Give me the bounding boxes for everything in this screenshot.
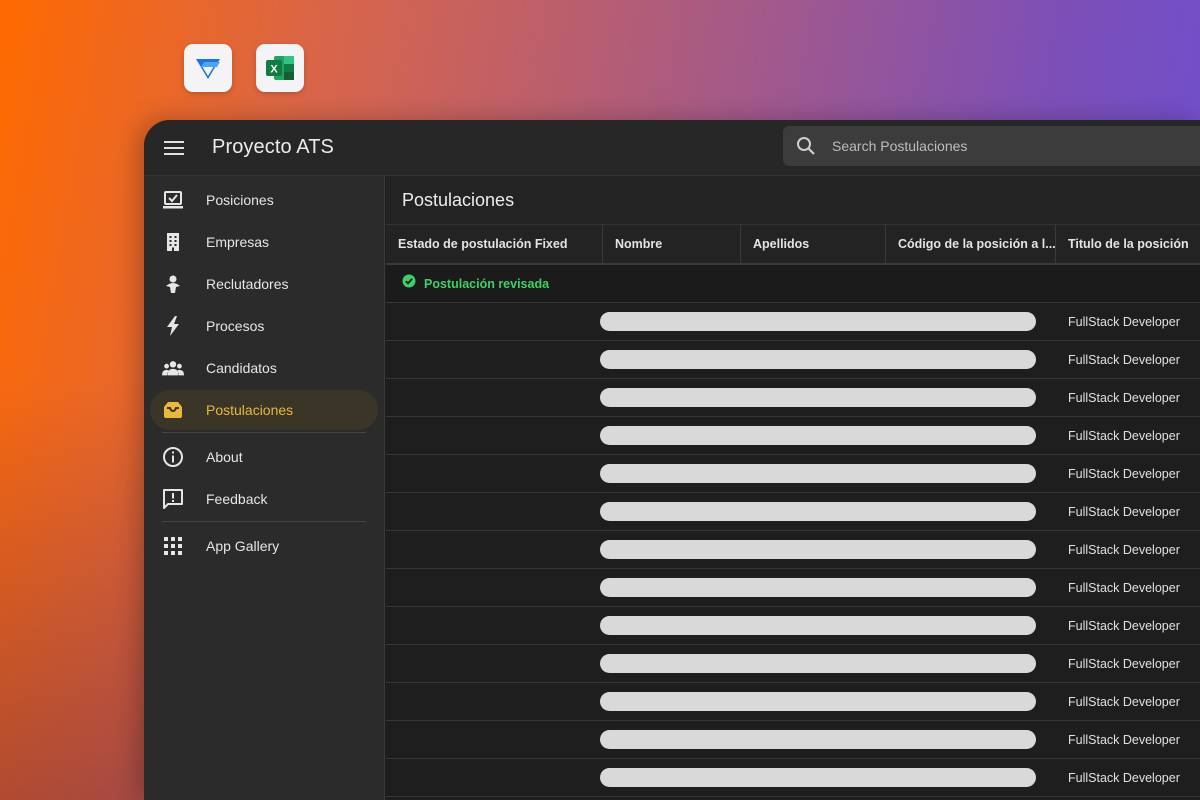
redacted-placeholder	[600, 464, 1036, 483]
table-row[interactable]: FullStack Developer	[386, 607, 1200, 645]
sidebar-item-label: Reclutadores	[206, 276, 289, 292]
sidebar-item-reclutadores[interactable]: Reclutadores	[150, 264, 378, 304]
table-row[interactable]: FullStack Developer	[386, 569, 1200, 607]
page-title: Postulaciones	[386, 176, 1200, 225]
sidebar-divider	[162, 432, 366, 433]
redacted-placeholder	[600, 426, 1036, 445]
redacted-placeholder	[600, 540, 1036, 559]
table-row[interactable]: FullStack Developer	[386, 303, 1200, 341]
cell-titulo: FullStack Developer	[1068, 770, 1180, 785]
cell-titulo: FullStack Developer	[1068, 390, 1180, 405]
sidebar-item-label: Feedback	[206, 491, 268, 507]
appsheet-logo	[196, 59, 220, 79]
sidebar-item-label: App Gallery	[206, 538, 280, 554]
feedback-icon	[162, 488, 184, 510]
sidebar-item-feedback[interactable]: Feedback	[150, 479, 378, 519]
column-header-codigo[interactable]: Código de la posición a l...	[886, 225, 1056, 263]
table-body: FullStack Developer FullStack Developer Fu…	[386, 303, 1200, 797]
column-header-estado[interactable]: Estado de postulación Fixed	[386, 225, 603, 263]
redacted-placeholder	[600, 654, 1036, 673]
redacted-placeholder	[600, 730, 1036, 749]
appsheet-icon[interactable]	[184, 44, 232, 92]
redacted-placeholder	[600, 692, 1036, 711]
sidebar-item-about[interactable]: About	[150, 437, 378, 477]
column-header-apellidos[interactable]: Apellidos	[741, 225, 886, 263]
search-input[interactable]	[832, 138, 1162, 154]
sidebar-item-label: About	[206, 449, 243, 465]
app-header: Proyecto ATS	[144, 120, 1200, 176]
info-icon	[162, 446, 184, 468]
sidebar-item-label: Procesos	[206, 318, 265, 334]
redacted-placeholder	[600, 350, 1036, 369]
bolt-icon	[162, 315, 184, 337]
sidebar-divider	[162, 521, 366, 522]
table-row[interactable]: FullStack Developer	[386, 417, 1200, 455]
excel-letter: X	[270, 64, 278, 76]
cell-titulo: FullStack Developer	[1068, 694, 1180, 709]
inbox-icon	[162, 399, 184, 421]
cell-titulo: FullStack Developer	[1068, 580, 1180, 595]
sidebar-item-label: Empresas	[206, 234, 270, 250]
cell-titulo: FullStack Developer	[1068, 504, 1180, 519]
redacted-placeholder	[600, 312, 1036, 331]
column-header-titulo[interactable]: Titulo de la posición	[1056, 225, 1200, 263]
sidebar-item-empresas[interactable]: Empresas	[150, 222, 378, 262]
apps-grid-icon	[162, 535, 184, 557]
table-row[interactable]: FullStack Developer	[386, 379, 1200, 417]
group-header[interactable]: Postulación revisada	[386, 265, 1200, 303]
search-bar[interactable]	[783, 126, 1200, 166]
check-circle-icon	[402, 274, 416, 293]
app-title: Proyecto ATS	[212, 136, 334, 158]
table-row[interactable]: FullStack Developer	[386, 341, 1200, 379]
redacted-placeholder	[600, 502, 1036, 521]
sidebar-item-label: Candidatos	[206, 360, 277, 376]
table-row[interactable]: FullStack Developer	[386, 759, 1200, 797]
table-header: Estado de postulación Fixed Nombre Apell…	[386, 225, 1200, 265]
sidebar-item-procesos[interactable]: Procesos	[150, 306, 378, 346]
group-label: Postulación revisada	[424, 276, 550, 291]
search-icon	[796, 135, 818, 157]
cell-titulo: FullStack Developer	[1068, 732, 1180, 747]
table-row[interactable]: FullStack Developer	[386, 683, 1200, 721]
sidebar-item-app-gallery[interactable]: App Gallery	[150, 526, 378, 566]
sidebar-item-candidatos[interactable]: Candidatos	[150, 348, 378, 388]
main-content: Postulaciones Estado de postulación Fixe…	[386, 176, 1200, 800]
cell-titulo: FullStack Developer	[1068, 466, 1180, 481]
cell-titulo: FullStack Developer	[1068, 618, 1180, 633]
table-row[interactable]: FullStack Developer	[386, 721, 1200, 759]
cell-titulo: FullStack Developer	[1068, 352, 1180, 367]
table-row[interactable]: FullStack Developer	[386, 493, 1200, 531]
cell-titulo: FullStack Developer	[1068, 314, 1180, 329]
cell-titulo: FullStack Developer	[1068, 542, 1180, 557]
table-row[interactable]: FullStack Developer	[386, 645, 1200, 683]
excel-icon[interactable]: X	[256, 44, 304, 92]
cell-titulo: FullStack Developer	[1068, 428, 1180, 443]
sidebar-item-postulaciones[interactable]: Postulaciones	[150, 390, 378, 430]
cell-titulo: FullStack Developer	[1068, 656, 1180, 671]
redacted-placeholder	[600, 388, 1036, 407]
column-header-nombre[interactable]: Nombre	[603, 225, 741, 263]
sidebar: Posiciones Empresas Reclutadores Proceso…	[144, 176, 385, 800]
table-row[interactable]: FullStack Developer	[386, 455, 1200, 493]
table-row[interactable]: FullStack Developer	[386, 531, 1200, 569]
hamburger-menu-icon[interactable]	[162, 136, 186, 160]
checklist-icon	[162, 189, 184, 211]
redacted-placeholder	[600, 578, 1036, 597]
building-icon	[162, 231, 184, 253]
redacted-placeholder	[600, 616, 1036, 635]
group-icon	[162, 357, 184, 379]
excel-logo: X	[266, 56, 294, 80]
sidebar-item-label: Postulaciones	[206, 402, 294, 418]
app-window: Proyecto ATS Posiciones Empresas Reclu	[144, 120, 1200, 800]
redacted-placeholder	[600, 768, 1036, 787]
person-pin-icon	[162, 273, 184, 295]
sidebar-item-label: Posiciones	[206, 192, 274, 208]
sidebar-item-posiciones[interactable]: Posiciones	[150, 180, 378, 220]
